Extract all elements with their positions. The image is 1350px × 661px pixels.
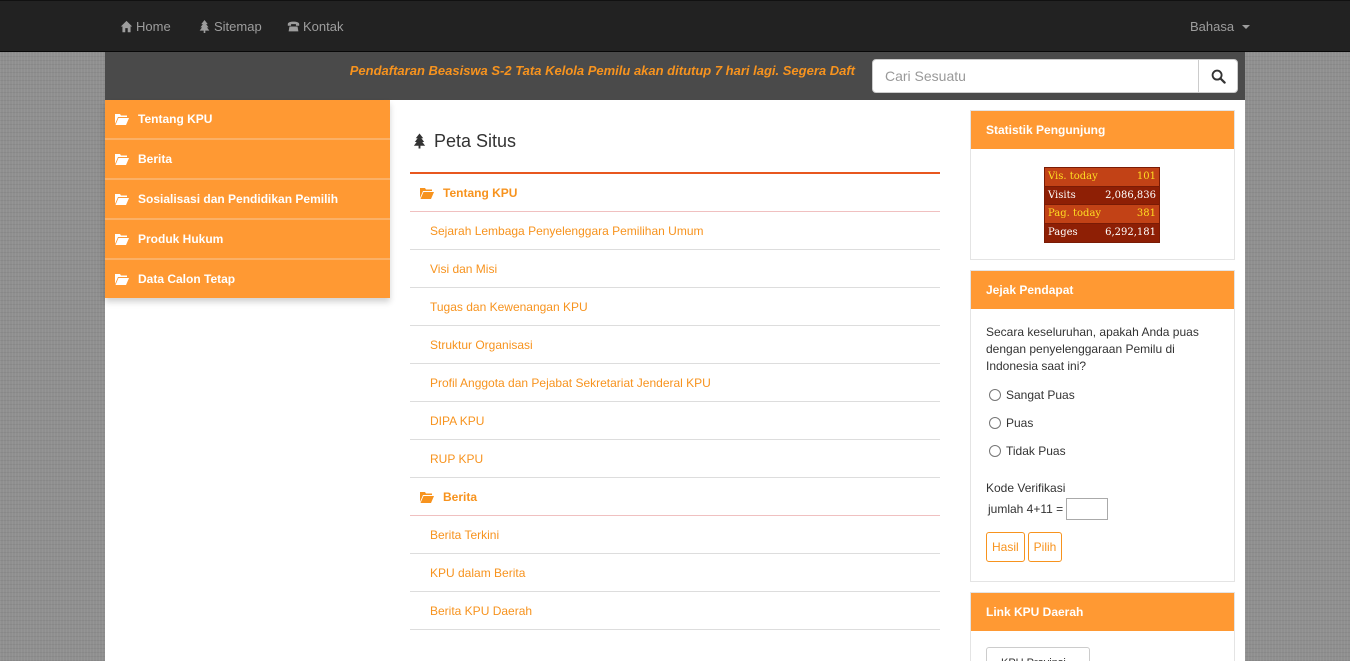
- counter-row: Vis. today 101: [1045, 168, 1159, 187]
- phone-icon: [287, 21, 300, 32]
- sitemap-category-tentang-kpu[interactable]: Tentang KPU: [410, 174, 940, 212]
- counter-value: 381: [1136, 208, 1156, 220]
- folder-open-icon: [115, 154, 129, 165]
- poll-radio[interactable]: [989, 389, 1001, 401]
- counter-value: 101: [1136, 171, 1156, 183]
- announcement-bar: Pendaftaran Beasiswa S-2 Tata Kelola Pem…: [105, 52, 865, 100]
- poll-option-sangat-puas[interactable]: Sangat Puas: [986, 381, 1219, 409]
- folder-open-icon: [115, 274, 129, 285]
- panel-title: Link KPU Daerah: [971, 593, 1234, 631]
- announcement-text[interactable]: Pendaftaran Beasiswa S-2 Tata Kelola Pem…: [350, 63, 855, 78]
- sitemap-link[interactable]: Profil Anggota dan Pejabat Sekretariat J…: [410, 364, 940, 402]
- folder-open-icon: [115, 234, 129, 245]
- sitemap-category-label: Berita: [443, 489, 478, 504]
- sitemap-link[interactable]: RUP KPU: [410, 440, 940, 478]
- poll-option-label: Sangat Puas: [1006, 388, 1075, 402]
- verification-question: jumlah 4+11 =: [988, 502, 1064, 516]
- sitemap-link[interactable]: Struktur Organisasi: [410, 326, 940, 364]
- sitemap-link[interactable]: Tugas dan Kewenangan KPU: [410, 288, 940, 326]
- folder-open-icon: [115, 114, 129, 125]
- sitemap-category-label: Tentang KPU: [443, 185, 518, 200]
- counter-row: Visits 2,086,836: [1045, 186, 1159, 205]
- nav-sitemap-link[interactable]: Sitemap: [198, 19, 262, 34]
- folder-open-icon: [420, 187, 434, 199]
- sitemap-category-berita[interactable]: Berita: [410, 478, 940, 516]
- result-button[interactable]: Hasil: [986, 532, 1025, 562]
- counter-row: Pag. today 381: [1045, 205, 1159, 224]
- poll-option-label: Puas: [1006, 416, 1034, 430]
- poll-buttons: Hasil Pilih: [986, 532, 1219, 562]
- counter-label: Pag. today: [1048, 208, 1102, 220]
- search-input[interactable]: [872, 59, 1199, 93]
- sitemap-link[interactable]: Visi dan Misi: [410, 250, 940, 288]
- verification-row: jumlah 4+11 =: [988, 498, 1219, 520]
- sitemap-link[interactable]: Sejarah Lembaga Penyelenggara Pemilihan …: [410, 212, 940, 250]
- folder-open-icon: [420, 491, 434, 503]
- language-label: Bahasa: [1190, 19, 1235, 34]
- tree-icon: [413, 133, 426, 149]
- poll-option-tidak-puas[interactable]: Tidak Puas: [986, 437, 1219, 465]
- counter-label: Vis. today: [1048, 171, 1098, 183]
- nav-home-label: Home: [136, 19, 171, 34]
- nav-kontak-link[interactable]: Kontak: [287, 19, 343, 34]
- folder-open-icon: [115, 194, 129, 205]
- search-bar: [865, 52, 1245, 100]
- sidebar-item-label: Data Calon Tetap: [138, 272, 236, 286]
- poll-option-label: Tidak Puas: [1006, 444, 1066, 458]
- verification-input[interactable]: [1066, 498, 1109, 520]
- poll-option-puas[interactable]: Puas: [986, 409, 1219, 437]
- sitemap-link[interactable]: Berita KPU Daerah: [410, 592, 940, 630]
- page-title: Peta Situs: [410, 100, 940, 174]
- sidebar-item-sosialisasi[interactable]: Sosialisasi dan Pendidikan Pemilih: [105, 180, 390, 220]
- panel-title: Jejak Pendapat: [971, 271, 1234, 309]
- counter-value: 2,086,836: [1105, 189, 1156, 201]
- tree-icon: [199, 20, 210, 33]
- nav-kontak-label: Kontak: [303, 19, 344, 34]
- sidebar-menu: Tentang KPU Berita Sosialisasi dan Pendi…: [105, 100, 390, 298]
- page-title-text: Peta Situs: [434, 130, 517, 151]
- sidebar-item-label: Produk Hukum: [138, 232, 224, 246]
- chevron-down-icon: [1242, 24, 1251, 29]
- sidebar-item-label: Tentang KPU: [138, 112, 213, 126]
- sitemap-link[interactable]: KPU dalam Berita: [410, 554, 940, 592]
- poll-question: Secara keseluruhan, apakah Anda puas den…: [986, 325, 1199, 373]
- top-navbar: Home Sitemap Kontak Bahasa: [0, 0, 1350, 52]
- sidebar-item-tentang-kpu[interactable]: Tentang KPU: [105, 100, 390, 140]
- poll-panel: Jejak Pendapat Secara keseluruhan, apaka…: [970, 270, 1235, 582]
- counter-label: Pages: [1048, 227, 1078, 239]
- visitor-counter[interactable]: Vis. today 101 Visits 2,086,836 Pag. tod…: [1044, 167, 1160, 243]
- poll-radio[interactable]: [989, 445, 1001, 457]
- counter-value: 6,292,181: [1105, 227, 1156, 239]
- sitemap-link[interactable]: Berita Terkini: [410, 516, 940, 554]
- search-button[interactable]: [1198, 59, 1238, 93]
- regional-links-panel: Link KPU Daerah KPU Provinsi: [970, 592, 1235, 661]
- sidebar-item-produk-hukum[interactable]: Produk Hukum: [105, 220, 390, 260]
- vote-button[interactable]: Pilih: [1027, 532, 1063, 562]
- sidebar-item-data-calon-tetap[interactable]: Data Calon Tetap: [105, 260, 390, 298]
- nav-home-link[interactable]: Home: [120, 19, 171, 34]
- verification-label: Kode Verifikasi: [986, 481, 1066, 495]
- visitor-stats-panel: Statistik Pengunjung Vis. today 101 Visi…: [970, 110, 1235, 260]
- poll-radio[interactable]: [989, 417, 1001, 429]
- sidebar-item-berita[interactable]: Berita: [105, 140, 390, 180]
- sitemap-link[interactable]: DIPA KPU: [410, 402, 940, 440]
- sitemap-content: Peta Situs Tentang KPU Sejarah Lembaga P…: [410, 100, 940, 630]
- kpu-provinsi-dropdown[interactable]: KPU Provinsi: [986, 647, 1090, 661]
- sidebar-item-label: Sosialisasi dan Pendidikan Pemilih: [138, 192, 339, 206]
- search-icon: [1211, 69, 1226, 84]
- language-dropdown[interactable]: Bahasa: [1190, 19, 1251, 34]
- home-icon: [120, 20, 133, 33]
- sidebar-item-label: Berita: [138, 152, 173, 166]
- counter-row: Pages 6,292,181: [1045, 223, 1159, 242]
- counter-label: Visits: [1048, 189, 1076, 201]
- panel-title: Statistik Pengunjung: [971, 111, 1234, 149]
- nav-sitemap-label: Sitemap: [214, 19, 262, 34]
